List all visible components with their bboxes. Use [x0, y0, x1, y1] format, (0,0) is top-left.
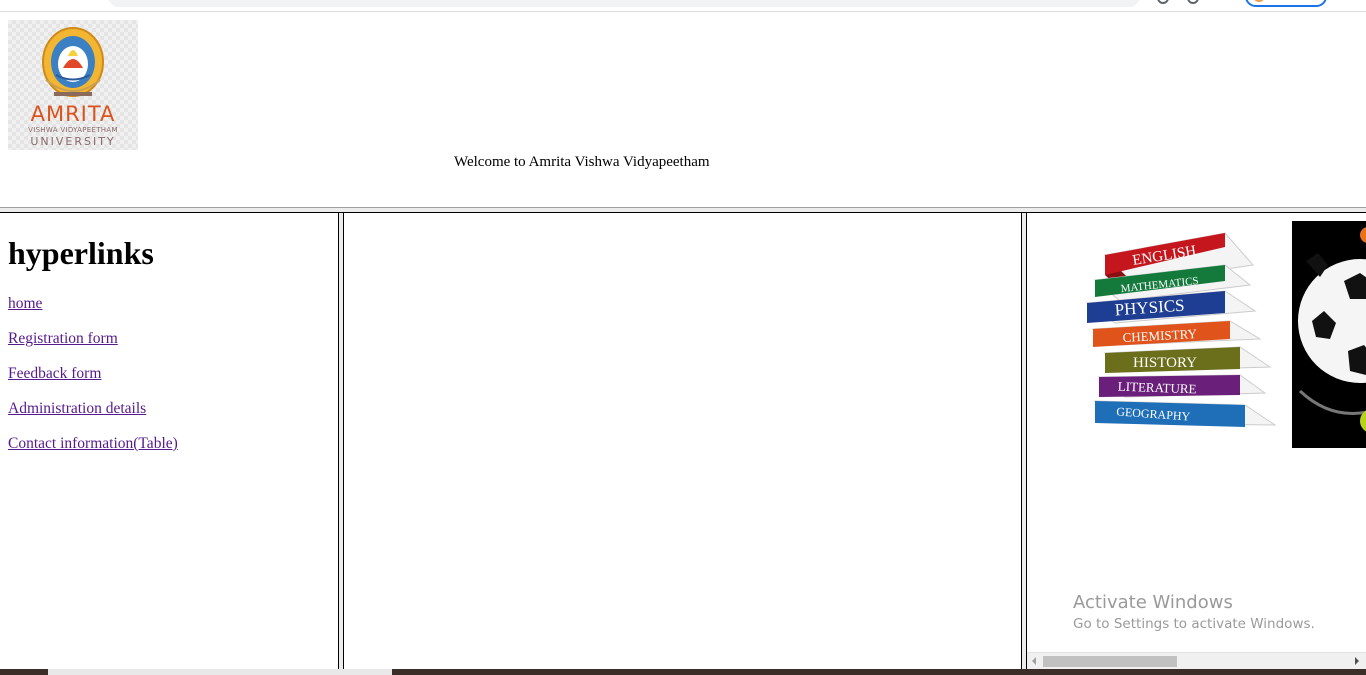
scroll-left-icon[interactable]: [1032, 657, 1036, 665]
books-stack-image: ENGLISH MATHEMATICS PHYSICS CHEMISTRY HI…: [1085, 232, 1277, 427]
welcome-text: Welcome to Amrita Vishwa Vidyapeetham: [454, 154, 710, 170]
list-item: Contact information(Table): [8, 433, 338, 453]
soccer-ball-icon: [1298, 227, 1366, 432]
hyperlinks-list: home Registration form Feedback form Adm…: [8, 293, 338, 453]
football-image: [1292, 221, 1366, 448]
extension-icon[interactable]: [1157, 0, 1169, 4]
extension-icon[interactable]: [1187, 0, 1199, 4]
amrita-emblem-icon: [42, 27, 104, 97]
scroll-right-icon[interactable]: [1355, 657, 1359, 665]
top-frame: AMRITA VISHWA VIDYAPEETHAM UNIVERSITY We…: [0, 13, 1366, 207]
browser-toolbar: [0, 0, 1366, 12]
book-literature: LITERATURE: [1097, 374, 1267, 398]
amrita-university-logo: AMRITA VISHWA VIDYAPEETHAM UNIVERSITY: [8, 20, 138, 150]
list-item: Feedback form: [8, 363, 338, 383]
link-feedback-form[interactable]: Feedback form: [8, 365, 101, 382]
watermark-subtitle: Go to Settings to activate Windows.: [1073, 616, 1315, 632]
link-administration-details[interactable]: Administration details: [8, 400, 146, 417]
list-item: Administration details: [8, 398, 338, 418]
content-frame: [344, 213, 1021, 669]
book-physics: PHYSICS: [1085, 290, 1257, 324]
list-item: Registration form: [8, 328, 338, 348]
book-chemistry: CHEMISTRY: [1091, 320, 1262, 347]
taskbar: [0, 669, 1366, 675]
activate-windows-watermark: Activate Windows Go to Settings to activ…: [1073, 592, 1315, 634]
book-literature-label: LITERATURE: [1118, 379, 1197, 397]
logo-word-vidyapeetham: VISHWA VIDYAPEETHAM: [28, 126, 118, 134]
left-frame: hyperlinks home Registration form Feedba…: [0, 213, 338, 669]
link-contact-information[interactable]: Contact information(Table): [8, 435, 178, 452]
list-item: home: [8, 293, 338, 313]
link-registration-form[interactable]: Registration form: [8, 330, 118, 347]
taskbar-search[interactable]: [48, 669, 392, 675]
link-home[interactable]: home: [8, 295, 42, 312]
watermark-title: Activate Windows: [1073, 592, 1233, 613]
book-history-label: HISTORY: [1133, 355, 1197, 371]
horizontal-scrollbar[interactable]: [1027, 652, 1366, 669]
address-bar[interactable]: [108, 0, 1140, 7]
book-geography: GEOGRAPHY: [1093, 400, 1277, 427]
right-frame: ENGLISH MATHEMATICS PHYSICS CHEMISTRY HI…: [1027, 213, 1366, 669]
logo-word-university: UNIVERSITY: [30, 135, 116, 148]
hyperlinks-heading: hyperlinks: [8, 235, 154, 271]
book-history: HISTORY: [1103, 346, 1272, 373]
scrollbar-thumb[interactable]: [1043, 656, 1177, 667]
logo-word-amrita: AMRITA: [30, 102, 116, 126]
profile-button[interactable]: [1245, 0, 1327, 7]
